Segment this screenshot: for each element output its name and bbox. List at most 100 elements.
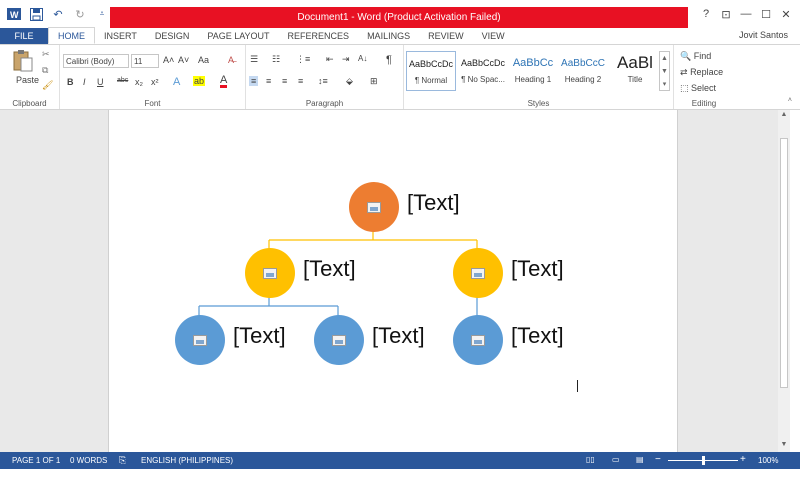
minimize-button[interactable]: —: [738, 6, 754, 22]
collapse-ribbon-icon[interactable]: ˄: [788, 97, 792, 104]
shrink-font-button[interactable]: A˅: [178, 55, 189, 65]
tab-insert[interactable]: INSERT: [95, 28, 146, 44]
align-left-icon[interactable]: ≡: [249, 76, 259, 86]
tab-page-layout[interactable]: PAGE LAYOUT: [198, 28, 278, 44]
picture-placeholder-icon[interactable]: [471, 267, 485, 279]
borders-icon[interactable]: ⊞: [370, 76, 378, 87]
undo-icon[interactable]: ↶: [50, 6, 66, 22]
zoom-slider-knob[interactable]: [702, 456, 705, 465]
diagram-node-label[interactable]: [Text]: [407, 190, 460, 216]
tab-mailings[interactable]: MAILINGS: [358, 28, 419, 44]
bullets-icon[interactable]: ☰: [250, 54, 258, 65]
word-count[interactable]: 0 WORDS: [70, 456, 107, 465]
zoom-in-icon[interactable]: +: [740, 454, 746, 465]
change-case-button[interactable]: Aa: [198, 55, 209, 65]
font-size-select[interactable]: 11: [131, 54, 159, 68]
scroll-thumb[interactable]: [780, 138, 788, 388]
highlight-button[interactable]: ab: [193, 76, 206, 86]
superscript-button[interactable]: x²: [151, 77, 159, 87]
decrease-indent-icon[interactable]: ⇤: [326, 54, 334, 65]
diagram-node-leaf[interactable]: [453, 315, 503, 365]
increase-indent-icon[interactable]: ⇥: [342, 54, 350, 65]
find-button[interactable]: 🔍 Find: [680, 51, 711, 62]
help-icon[interactable]: ?: [698, 6, 714, 22]
web-layout-icon[interactable]: ▤: [636, 455, 644, 464]
picture-placeholder-icon[interactable]: [263, 267, 277, 279]
sort-button[interactable]: A↓: [358, 54, 367, 63]
ribbon-display-options-icon[interactable]: ⊡: [718, 6, 734, 22]
maximize-button[interactable]: ☐: [758, 6, 774, 22]
style-sample: AaBbCcC: [561, 57, 605, 69]
proofing-icon[interactable]: ⎘: [119, 455, 126, 466]
text-effects-button[interactable]: A: [173, 76, 180, 88]
select-button[interactable]: ⬚ Select: [680, 83, 716, 94]
line-spacing-icon[interactable]: ↕≡: [318, 76, 328, 86]
justify-icon[interactable]: ≡: [298, 76, 303, 86]
tab-review[interactable]: REVIEW: [419, 28, 473, 44]
document-page[interactable]: [Text] [Text] [Text] [Text] [Text] [Text…: [108, 110, 678, 452]
italic-button[interactable]: I: [83, 77, 86, 87]
styles-gallery-scroll[interactable]: ▲ ▼ ▾: [659, 51, 670, 91]
word-app-icon[interactable]: W: [6, 6, 22, 22]
scroll-up-icon[interactable]: ▲: [778, 111, 790, 121]
style-heading-1[interactable]: AaBbCc Heading 1: [508, 51, 558, 91]
close-button[interactable]: ✕: [778, 6, 794, 22]
style-no-spacing[interactable]: AaBbCcDc ¶ No Spac...: [458, 51, 508, 91]
grow-font-button[interactable]: A˄: [163, 55, 174, 65]
redo-icon[interactable]: ↻: [72, 6, 88, 22]
diagram-node-label[interactable]: [Text]: [511, 256, 564, 282]
vertical-scrollbar[interactable]: ▲ ▼: [778, 110, 790, 452]
diagram-node-label[interactable]: [Text]: [233, 323, 286, 349]
picture-placeholder-icon[interactable]: [471, 334, 485, 346]
diagram-node-right[interactable]: [453, 248, 503, 298]
save-icon[interactable]: [28, 6, 44, 22]
diagram-node-leaf[interactable]: [314, 315, 364, 365]
picture-placeholder-icon[interactable]: [193, 334, 207, 346]
diagram-node-label[interactable]: [Text]: [303, 256, 356, 282]
shading-icon[interactable]: ⬙: [346, 76, 353, 87]
customize-qat-icon[interactable]: ⩡: [94, 6, 110, 22]
copy-icon[interactable]: ⧉: [42, 65, 48, 76]
scroll-down-icon[interactable]: ▼: [778, 441, 790, 451]
tab-home[interactable]: HOME: [48, 27, 95, 44]
diagram-node-leaf[interactable]: [175, 315, 225, 365]
font-family-select[interactable]: Calibri (Body): [63, 54, 129, 68]
strikethrough-button[interactable]: abc: [117, 77, 128, 84]
diagram-node-left[interactable]: [245, 248, 295, 298]
picture-placeholder-icon[interactable]: [367, 201, 381, 213]
bold-button[interactable]: B: [67, 77, 74, 87]
page-count[interactable]: PAGE 1 OF 1: [12, 456, 60, 465]
underline-button[interactable]: U: [97, 77, 104, 87]
align-right-icon[interactable]: ≡: [282, 76, 287, 86]
style-normal[interactable]: AaBbCcDc ¶ Normal: [406, 51, 456, 91]
tab-view[interactable]: VIEW: [473, 28, 514, 44]
style-heading-2[interactable]: AaBbCcC Heading 2: [558, 51, 608, 91]
zoom-level[interactable]: 100%: [758, 456, 778, 465]
multilevel-list-icon[interactable]: ⋮≡: [296, 54, 310, 65]
show-formatting-button[interactable]: ¶: [386, 54, 392, 66]
diagram-node-label[interactable]: [Text]: [372, 323, 425, 349]
font-color-button[interactable]: A: [220, 75, 228, 88]
cut-icon[interactable]: ✂: [42, 49, 50, 60]
diagram-node-label[interactable]: [Text]: [511, 323, 564, 349]
tab-file[interactable]: FILE: [0, 28, 48, 44]
style-sample: AaBbCcDc: [408, 59, 453, 69]
read-mode-icon[interactable]: ▯▯: [586, 455, 595, 464]
paste-icon[interactable]: [12, 49, 34, 75]
replace-button[interactable]: ⇄ Replace: [680, 67, 723, 78]
diagram-node-root[interactable]: [349, 182, 399, 232]
print-layout-icon[interactable]: ▭: [612, 455, 620, 464]
format-painter-icon[interactable]: 🖌: [42, 80, 53, 91]
subscript-button[interactable]: x₂: [135, 77, 143, 87]
zoom-out-icon[interactable]: −: [655, 454, 661, 465]
user-name[interactable]: Jovit Santos: [739, 30, 788, 40]
tab-references[interactable]: REFERENCES: [279, 28, 359, 44]
language-status[interactable]: ENGLISH (PHILIPPINES): [141, 456, 233, 465]
style-title[interactable]: AaBl Title: [610, 51, 660, 91]
clear-formatting-icon[interactable]: A̶: [228, 55, 234, 65]
align-center-icon[interactable]: ≡: [266, 76, 271, 86]
paste-button[interactable]: Paste: [16, 75, 39, 85]
picture-placeholder-icon[interactable]: [332, 334, 346, 346]
tab-design[interactable]: DESIGN: [146, 28, 199, 44]
numbering-icon[interactable]: ☷: [272, 54, 280, 65]
